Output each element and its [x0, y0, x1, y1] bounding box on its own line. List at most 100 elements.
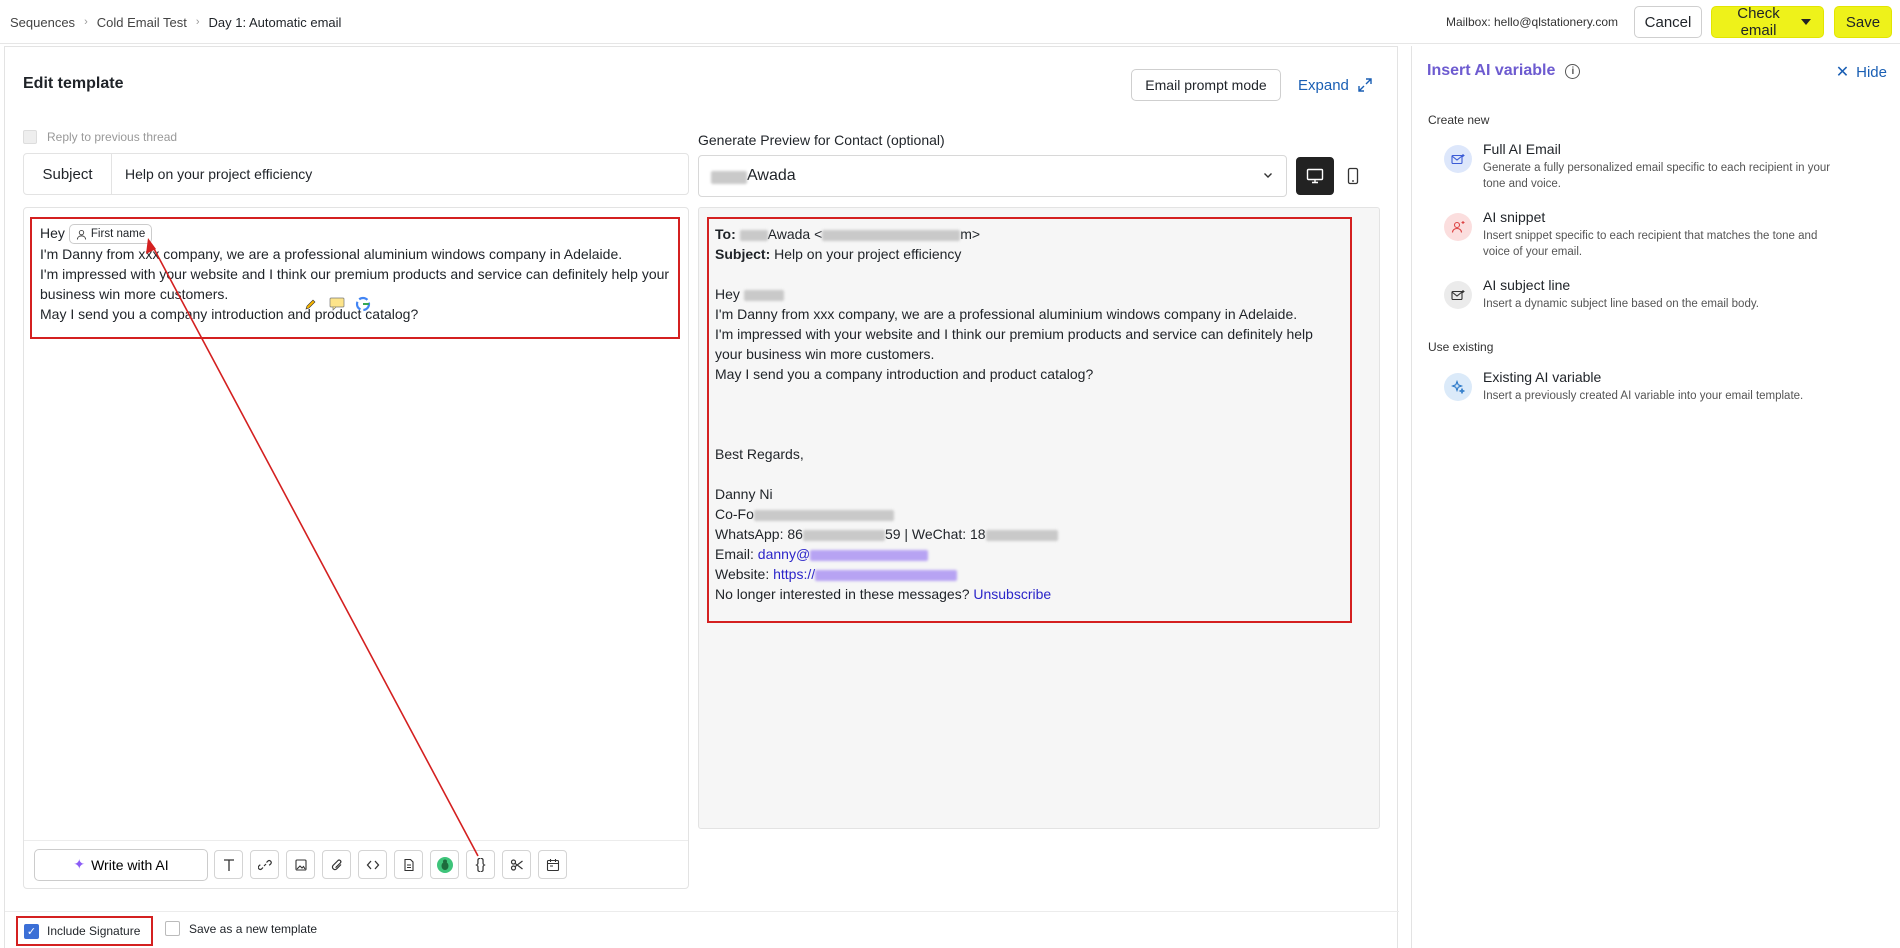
email-preview: To: Awada < m> Subject: Help on your proj… — [698, 207, 1380, 829]
redacted-text — [739, 229, 768, 241]
bug-icon[interactable] — [430, 850, 459, 879]
scissors-icon[interactable] — [502, 850, 531, 879]
redacted-text — [815, 569, 958, 581]
preview-to-value: Awada < — [767, 226, 823, 242]
preview-email-label: Email: — [715, 546, 758, 562]
full-ai-email-option[interactable]: Full AI Email Generate a fully personaliz… — [1444, 141, 1864, 192]
preview-website-link[interactable]: https:// — [773, 566, 815, 582]
preview-contact-select[interactable]: Awada — [698, 155, 1287, 197]
use-existing-label: Use existing — [1428, 340, 1494, 354]
editor-toolbar: ✦ Write with AI {} — [24, 840, 688, 888]
close-icon: ✕ — [1835, 64, 1850, 81]
chevron-down-icon — [1264, 173, 1272, 178]
info-icon[interactable]: i — [1565, 63, 1581, 79]
email-body-text[interactable]: Hey First name I'm Danny from xxx company… — [30, 217, 680, 339]
reply-thread-checkbox[interactable] — [23, 130, 37, 144]
email-preview-body: To: Awada < m> Subject: Help on your proj… — [707, 217, 1352, 623]
first-name-variable-chip[interactable]: First name — [68, 224, 153, 245]
attachment-icon[interactable] — [322, 850, 351, 879]
hide-label: Hide — [1856, 63, 1887, 81]
cancel-button[interactable]: Cancel — [1634, 6, 1702, 38]
sparkle-icon — [1444, 373, 1472, 401]
existing-ai-variable-desc: Insert a previously created AI variable … — [1483, 390, 1804, 402]
preview-sig-whatsapp: WhatsApp: 86 — [715, 526, 803, 542]
create-new-label: Create new — [1428, 113, 1490, 127]
ai-email-icon — [1444, 145, 1472, 173]
existing-ai-variable-option[interactable]: Existing AI variable Insert a previously … — [1444, 369, 1864, 404]
redacted-text — [711, 171, 747, 184]
preview-sig-name: Danny Ni — [715, 486, 773, 502]
variable-braces-icon[interactable]: {} — [466, 850, 495, 879]
subject-input[interactable]: Help on your project efficiency — [112, 166, 312, 182]
preview-greeting: Hey — [715, 286, 740, 302]
breadcrumb-campaign[interactable]: Cold Email Test — [97, 15, 187, 30]
document-icon[interactable] — [394, 850, 423, 879]
calendar-icon[interactable] — [538, 850, 567, 879]
ai-subject-line-desc: Insert a dynamic subject line based on t… — [1483, 298, 1759, 310]
image-icon[interactable] — [286, 850, 315, 879]
device-toggle — [1296, 157, 1372, 195]
user-icon — [76, 229, 86, 240]
redacted-text — [810, 549, 929, 561]
pencil-icon[interactable] — [301, 295, 321, 313]
ai-snippet-desc: Insert snippet specific to each recipien… — [1483, 230, 1818, 258]
ai-snippet-option[interactable]: AI snippet Insert snippet specific to eac… — [1444, 209, 1864, 260]
save-new-template-label: Save as a new template — [189, 921, 318, 936]
existing-ai-variable-title: Existing AI variable — [1483, 369, 1602, 385]
breadcrumb: Sequences › Cold Email Test › Day 1: Aut… — [10, 0, 341, 44]
page-title: Edit template — [23, 75, 124, 92]
save-button[interactable]: Save — [1834, 6, 1892, 38]
link-icon[interactable] — [250, 850, 279, 879]
ai-snippet-title: AI snippet — [1483, 209, 1546, 225]
ai-panel-title-text: Insert AI variable — [1427, 62, 1556, 79]
write-with-ai-button[interactable]: ✦ Write with AI — [34, 848, 208, 881]
preview-regards: Best Regards, — [715, 446, 804, 462]
desktop-preview-button[interactable] — [1296, 157, 1334, 195]
check-email-button[interactable]: Check email — [1711, 5, 1824, 39]
preview-line-3: May I send you a company introduction an… — [715, 366, 1094, 382]
ai-subject-line-option[interactable]: AI subject line Insert a dynamic subject … — [1444, 277, 1864, 312]
hide-panel-button[interactable]: ✕ Hide — [1836, 62, 1887, 82]
include-signature-checkbox[interactable]: ✓ — [24, 923, 39, 939]
ai-variable-panel: Insert AI variable i ✕ Hide Create new Ful… — [1411, 46, 1900, 948]
preview-line-2: I'm impressed with your website and I th… — [715, 326, 1313, 362]
save-new-template-checkbox[interactable] — [165, 921, 180, 936]
preview-unsubscribe-text: No longer interested in these messages? — [715, 586, 974, 602]
preview-line-1: I'm Danny from xxx company, we are a pro… — [715, 306, 1298, 322]
top-bar: Sequences › Cold Email Test › Day 1: Aut… — [0, 0, 1900, 44]
redacted-text — [753, 509, 894, 521]
unsubscribe-link[interactable]: Unsubscribe — [973, 586, 1051, 602]
mailbox-label: Mailbox: hello@qlstationery.com — [1445, 15, 1618, 29]
body-line-1: I'm Danny from xxx company, we are a pro… — [40, 246, 623, 263]
include-signature-option[interactable]: ✓ Include Signature — [16, 916, 153, 946]
redacted-text — [802, 529, 885, 541]
breadcrumb-sequences[interactable]: Sequences — [10, 15, 75, 30]
mobile-preview-button[interactable] — [1334, 157, 1372, 195]
comment-icon[interactable] — [327, 295, 347, 313]
text-icon[interactable] — [214, 850, 243, 879]
contact-name: Awada — [747, 167, 796, 184]
full-ai-email-title: Full AI Email — [1483, 141, 1561, 157]
save-new-template-option[interactable]: Save as a new template — [165, 921, 317, 936]
breadcrumb-current: Day 1: Automatic email — [208, 14, 342, 30]
ai-panel-title: Insert AI variable i — [1427, 62, 1581, 80]
email-prompt-mode-button[interactable]: Email prompt mode — [1131, 69, 1281, 101]
subject-label: Subject — [24, 154, 112, 194]
redacted-text — [985, 529, 1058, 541]
preview-subject-label: Subject: — [715, 246, 771, 262]
chevron-right-icon: › — [195, 16, 200, 28]
preview-website-label: Website: — [715, 566, 774, 582]
preview-to-label: To: — [715, 226, 736, 242]
google-icon[interactable] — [353, 295, 373, 313]
expand-label: Expand — [1298, 76, 1349, 94]
desktop-icon — [1306, 168, 1324, 184]
full-ai-email-desc: Generate a fully personalized email spec… — [1483, 162, 1831, 190]
expand-button[interactable]: Expand — [1298, 69, 1373, 101]
mobile-icon — [1347, 167, 1359, 185]
email-body-editor[interactable]: Hey First name I'm Danny from xxx company… — [23, 207, 689, 889]
preview-email-link[interactable]: danny@ — [758, 546, 810, 562]
edit-template-panel: Edit template Email prompt mode Expand R… — [4, 46, 1399, 948]
code-icon[interactable] — [358, 850, 387, 879]
redacted-text — [822, 229, 961, 241]
sparkle-icon: ✦ — [73, 856, 86, 872]
